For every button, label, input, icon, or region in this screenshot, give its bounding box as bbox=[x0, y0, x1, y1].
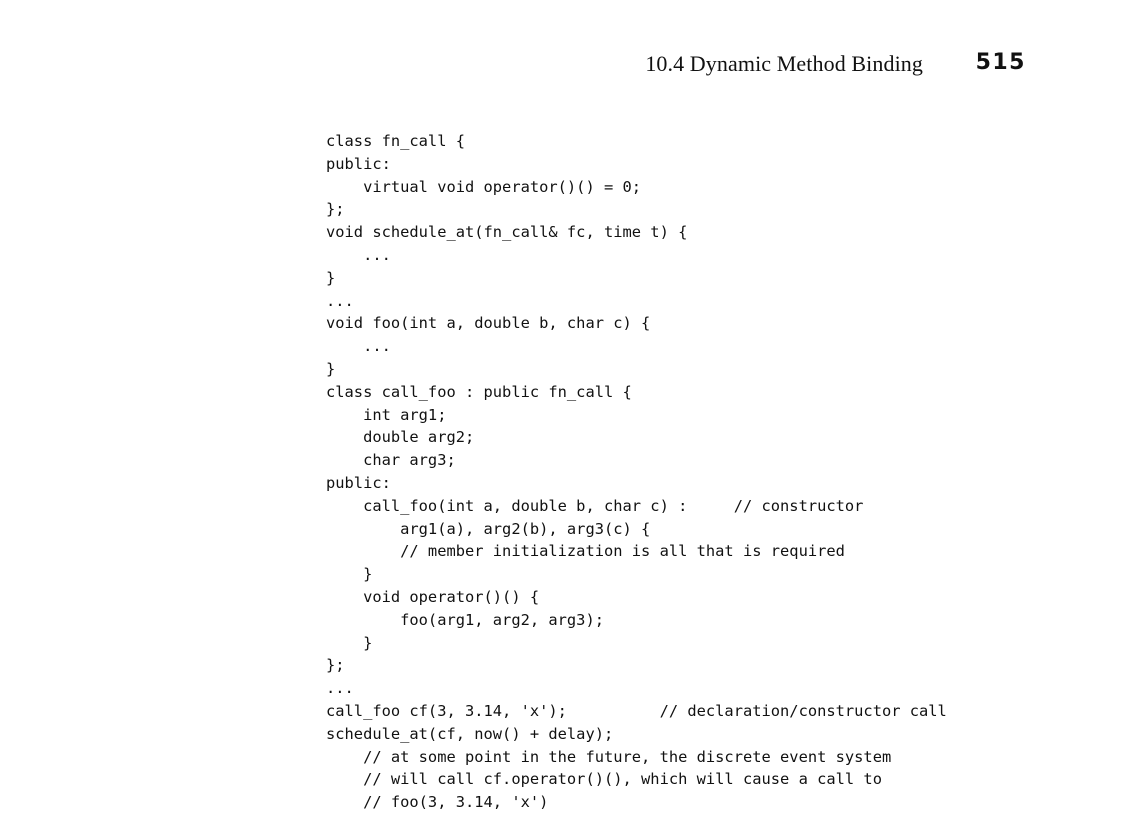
running-head: 10.4 Dynamic Method Binding 515 bbox=[0, 50, 1128, 84]
code-line: arg1(a), arg2(b), arg3(c) { bbox=[326, 519, 651, 538]
code-line: public: bbox=[326, 154, 391, 173]
code-line: // foo(3, 3.14, 'x') bbox=[326, 793, 549, 812]
code-line: void schedule_at(fn_call& fc, time t) { bbox=[326, 223, 688, 242]
code-line: schedule_at(cf, now() + delay); bbox=[326, 724, 614, 743]
code-line: foo(arg1, arg2, arg3); bbox=[326, 610, 604, 629]
code-line: }; bbox=[326, 200, 345, 219]
code-line: ... bbox=[326, 291, 354, 310]
code-line: // will call cf.operator()(), which will… bbox=[326, 770, 882, 789]
code-line: call_foo(int a, double b, char c) : // c… bbox=[326, 496, 864, 515]
code-line: // at some point in the future, the disc… bbox=[326, 747, 892, 766]
code-line: call_foo cf(3, 3.14, 'x'); // declaratio… bbox=[326, 701, 947, 720]
code-line: } bbox=[326, 268, 336, 287]
code-line: ... bbox=[326, 679, 354, 698]
page-number: 515 bbox=[975, 50, 1026, 75]
code-line: ... bbox=[326, 245, 391, 264]
code-line: double arg2; bbox=[326, 428, 475, 447]
code-line: public: bbox=[326, 473, 391, 492]
code-line: } bbox=[326, 565, 373, 584]
code-line: }; bbox=[326, 656, 345, 675]
code-line: // member initialization is all that is … bbox=[326, 542, 845, 561]
code-line: int arg1; bbox=[326, 405, 447, 424]
code-line: } bbox=[326, 633, 373, 652]
code-line: ... bbox=[326, 337, 391, 356]
code-line: char arg3; bbox=[326, 451, 456, 470]
code-listing: class fn_call { public: virtual void ope… bbox=[326, 130, 1046, 814]
code-line: class fn_call { bbox=[326, 132, 465, 150]
section-title: 10.4 Dynamic Method Binding bbox=[645, 51, 923, 76]
code-line: class call_foo : public fn_call { bbox=[326, 382, 632, 401]
code-line: virtual void operator()() = 0; bbox=[326, 177, 642, 196]
code-line: void foo(int a, double b, char c) { bbox=[326, 314, 651, 333]
code-line: } bbox=[326, 359, 336, 378]
code-line: void operator()() { bbox=[326, 587, 540, 606]
